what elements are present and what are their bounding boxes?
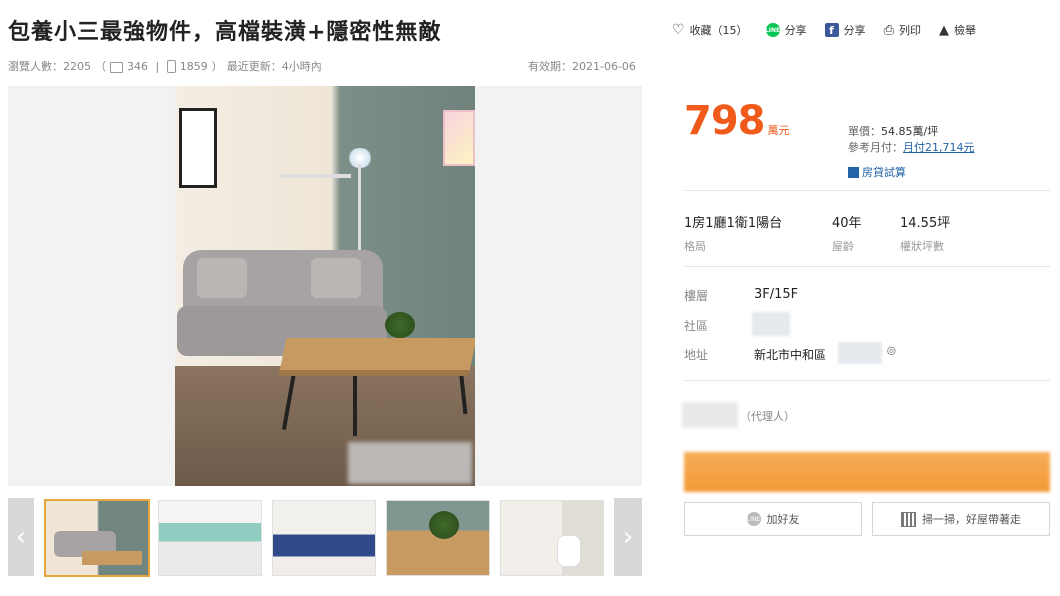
action-bar: ♡ 收藏（15） LINE 分享 f 分享 ⎙ 列印 ▲ 檢舉 bbox=[672, 22, 976, 38]
line-icon: LINE bbox=[746, 512, 761, 526]
line-share-button[interactable]: LINE 分享 bbox=[765, 22, 807, 38]
thumbnail-prev-button[interactable]: ‹ bbox=[8, 498, 34, 576]
heart-icon: ♡ bbox=[672, 22, 685, 38]
price-details: 單價：54.85萬/坪 參考月付：月付21,714元 bbox=[848, 125, 975, 154]
chevron-right-icon: › bbox=[622, 522, 634, 552]
living-room-photo bbox=[175, 86, 475, 486]
scan-qr-button[interactable]: 掃一掃，好屋帶著走 bbox=[872, 502, 1050, 536]
floor-label: 樓層 bbox=[684, 289, 709, 303]
loan-calculator-link[interactable]: 房貸試算 bbox=[848, 164, 906, 180]
unit-price: 54.85萬/坪 bbox=[881, 125, 939, 138]
address-value: 新北市中和區 bbox=[754, 348, 827, 362]
divider bbox=[684, 190, 1050, 191]
warning-icon: ▲ bbox=[938, 22, 949, 38]
desktop-icon bbox=[110, 61, 123, 73]
favorite-button[interactable]: ♡ 收藏（15） bbox=[672, 22, 748, 38]
thumbnail-kitchen[interactable] bbox=[158, 500, 262, 576]
wall-art bbox=[443, 110, 475, 166]
divider bbox=[684, 380, 1050, 381]
price-value: 798 bbox=[684, 98, 765, 144]
address-label: 地址 bbox=[684, 348, 709, 362]
thumbnail-living-room[interactable] bbox=[44, 499, 150, 577]
floor-value: 3F/15F bbox=[754, 287, 799, 302]
printer-icon: ⎙ bbox=[883, 22, 894, 38]
wall-shelf bbox=[281, 174, 351, 178]
price: 798 萬元 bbox=[684, 98, 790, 144]
monthly-payment-link[interactable]: 月付21,714元 bbox=[903, 141, 975, 154]
print-button[interactable]: ⎙ 列印 bbox=[884, 22, 921, 38]
agent-name-blurred bbox=[682, 402, 738, 428]
community-label: 社區 bbox=[684, 319, 709, 333]
views-count: 瀏覽人數：2205 bbox=[8, 60, 91, 73]
main-photo[interactable] bbox=[8, 86, 642, 486]
plant bbox=[385, 312, 415, 338]
listing-title: 包養小三最強物件，高檔裝潢+隱密性無敵 bbox=[8, 20, 442, 45]
chevron-left-icon: ‹ bbox=[15, 522, 27, 552]
address-blurred bbox=[838, 342, 882, 364]
facebook-icon: f bbox=[824, 23, 839, 37]
mobile-icon bbox=[166, 59, 176, 73]
line-icon: LINE bbox=[765, 23, 780, 37]
spec-area: 14.55坪 權狀坪數 bbox=[900, 216, 951, 253]
report-button[interactable]: ▲ 檢舉 bbox=[939, 22, 976, 38]
divider bbox=[684, 266, 1050, 267]
agent-role: （代理人） bbox=[740, 410, 795, 423]
qr-code-icon bbox=[901, 511, 916, 527]
contact-phone-button[interactable] bbox=[684, 452, 1050, 492]
price-unit: 萬元 bbox=[767, 124, 790, 137]
map-pin-icon[interactable]: ⊚ bbox=[886, 344, 897, 359]
add-friend-button[interactable]: LINE 加好友 bbox=[684, 502, 862, 536]
thumbnail-dining-table[interactable] bbox=[386, 500, 490, 576]
watermark-blur bbox=[348, 442, 472, 484]
wall-art bbox=[179, 108, 217, 188]
spec-layout: 1房1廳1衛1陽台 格局 bbox=[684, 216, 783, 253]
thumbnail-bathroom[interactable] bbox=[500, 500, 604, 576]
facebook-share-button[interactable]: f 分享 bbox=[824, 22, 866, 38]
thumbnail-strip: ‹ › bbox=[8, 498, 642, 577]
last-updated: 最近更新：4小時內 bbox=[226, 60, 322, 73]
coffee-table bbox=[279, 338, 475, 372]
desktop-views: 346 bbox=[127, 59, 148, 73]
thumbnail-next-button[interactable]: › bbox=[614, 498, 642, 576]
spec-age: 40年 屋齡 bbox=[832, 216, 862, 253]
mobile-views: 1859 bbox=[179, 59, 208, 73]
community-value-blurred bbox=[752, 312, 790, 336]
calculator-icon bbox=[848, 166, 859, 178]
thumbnail-bedroom[interactable] bbox=[272, 500, 376, 576]
listing-stats: 瀏覽人數：2205 （ 346 | 1859 ） 最近更新：4小時內 bbox=[8, 59, 322, 73]
expiry-date: 有效期：2021-06-06 bbox=[528, 60, 636, 73]
